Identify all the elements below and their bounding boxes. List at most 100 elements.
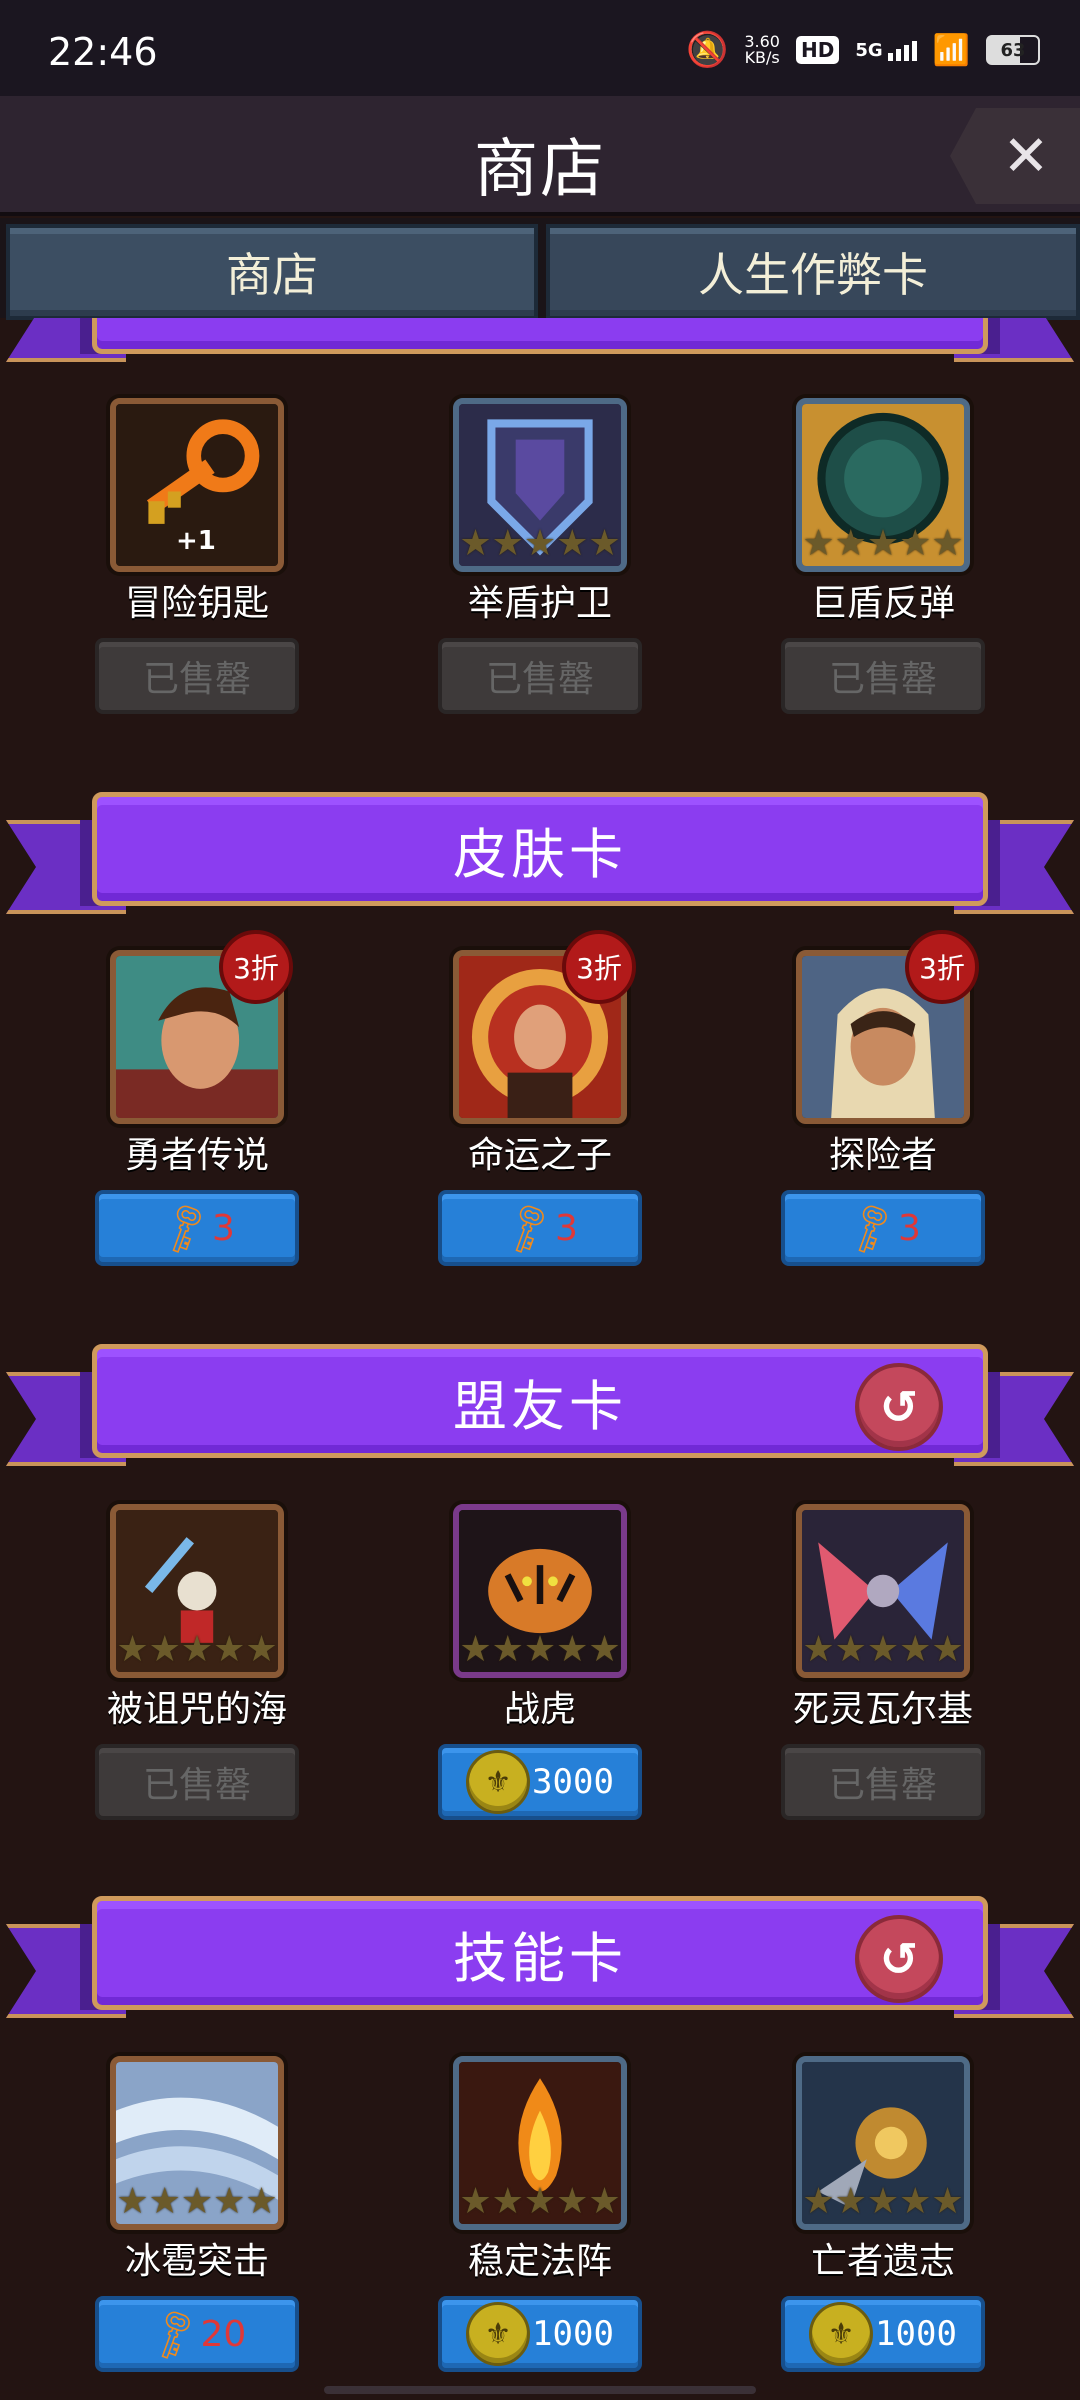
refresh-icon: ↺ bbox=[879, 1932, 919, 1986]
page-title: 商店 bbox=[474, 133, 606, 207]
item-thumbnail: +1 bbox=[110, 398, 284, 572]
shop-item[interactable]: ★★★★★ 冰雹突击 🗝 20 bbox=[92, 2056, 302, 2372]
battery-icon: 63 bbox=[986, 35, 1040, 65]
key-icon: 🗝 bbox=[837, 1195, 905, 1262]
shop-item[interactable]: ★★★★★ 稳定法阵 ⚜ 1000 bbox=[435, 2056, 645, 2372]
discount-badge: 3折 bbox=[219, 930, 293, 1004]
shop-scroll-area[interactable]: +1 冒险钥匙 已售罄 ★★★★★ 举盾护卫 已售罄 ★★★★★ 巨盾反弹 已售… bbox=[0, 318, 1080, 2400]
shop-item[interactable]: 3折 命运之子 🗝 3 bbox=[435, 930, 645, 1266]
item-name: 被诅咒的海 bbox=[106, 1689, 287, 1730]
key-icon: 🗝 bbox=[139, 2301, 207, 2368]
sold-out-button[interactable]: 已售罄 bbox=[95, 1744, 299, 1820]
discount-badge: 3折 bbox=[905, 930, 979, 1004]
shop-item[interactable]: ★★★★★ 亡者遗志 ⚜ 1000 bbox=[778, 2056, 988, 2372]
wifi-icon: 📶 bbox=[932, 32, 970, 68]
star-rating: ★★★★★ bbox=[802, 2181, 964, 2222]
mute-bell-icon: 🔕 bbox=[686, 30, 729, 70]
item-name: 巨盾反弹 bbox=[810, 583, 955, 624]
buy-button[interactable]: ⚜ 1000 bbox=[781, 2296, 985, 2372]
tab-cheat-cards[interactable]: 人生作弊卡 bbox=[546, 224, 1080, 320]
star-rating: ★★★★★ bbox=[116, 2181, 278, 2222]
status-bar: 22:46 🔕 3.60 KB/s HD 5G 📶 63 bbox=[0, 0, 1080, 96]
network-speed-unit: KB/s bbox=[744, 48, 780, 67]
item-thumbnail: ★★★★★ bbox=[796, 2056, 970, 2230]
item-name: 冰雹突击 bbox=[124, 2241, 269, 2282]
close-button[interactable]: ✕ bbox=[950, 108, 1080, 204]
item-thumbnail: ★★★★★ bbox=[110, 2056, 284, 2230]
item-quantity: +1 bbox=[176, 526, 216, 556]
item-name: 勇者传说 bbox=[124, 1135, 269, 1176]
item-thumbnail: ★★★★★ bbox=[453, 1504, 627, 1678]
item-name: 举盾护卫 bbox=[467, 583, 612, 624]
tab-shop[interactable]: 商店 bbox=[6, 224, 538, 320]
item-name: 冒险钥匙 bbox=[124, 583, 269, 624]
price: 3 bbox=[554, 1207, 578, 1249]
price: 3000 bbox=[532, 1762, 614, 1802]
network-speed: 3.60 KB/s bbox=[744, 34, 780, 66]
item-thumbnail: ★★★★★ bbox=[796, 1504, 970, 1678]
item-name: 亡者遗志 bbox=[810, 2241, 955, 2282]
battery-level: 63 bbox=[1000, 39, 1026, 61]
star-rating: ★★★★★ bbox=[459, 2181, 621, 2222]
section-title: 皮肤卡 bbox=[453, 822, 627, 886]
signal-label: 5G bbox=[855, 39, 883, 61]
hd-icon: HD bbox=[795, 36, 840, 64]
buy-button[interactable]: ⚜ 1000 bbox=[438, 2296, 642, 2372]
price: 20 bbox=[200, 2313, 247, 2355]
star-rating: ★★★★★ bbox=[802, 523, 964, 564]
coin-icon: ⚜ bbox=[466, 2302, 531, 2366]
item-name: 死灵瓦尔基 bbox=[792, 1689, 973, 1730]
shop-item[interactable]: ★★★★★ 举盾护卫 已售罄 bbox=[435, 398, 645, 714]
shop-item[interactable]: ★★★★★ 被诅咒的海 已售罄 bbox=[92, 1504, 302, 1820]
discount-badge: 3折 bbox=[562, 930, 636, 1004]
refresh-icon: ↺ bbox=[879, 1380, 919, 1434]
buy-button[interactable]: 🗝 20 bbox=[95, 2296, 299, 2372]
ally-section-banner: 盟友卡 ↺ bbox=[0, 1344, 1080, 1474]
sold-out-button[interactable]: 已售罄 bbox=[438, 638, 642, 714]
price: 1000 bbox=[532, 2314, 614, 2354]
title-bar: 商店 ✕ bbox=[0, 96, 1080, 216]
item-name: 稳定法阵 bbox=[467, 2241, 612, 2282]
skill-section-banner: 技能卡 ↺ bbox=[0, 1896, 1080, 2026]
shop-item[interactable]: ★★★★★ 战虎 ⚜ 3000 bbox=[435, 1504, 645, 1820]
star-rating: ★★★★★ bbox=[459, 1629, 621, 1670]
shop-item[interactable]: ★★★★★ 死灵瓦尔基 已售罄 bbox=[778, 1504, 988, 1820]
close-icon: ✕ bbox=[1002, 123, 1050, 189]
price: 1000 bbox=[875, 2314, 957, 2354]
shop-item[interactable]: ★★★★★ 巨盾反弹 已售罄 bbox=[778, 398, 988, 714]
item-name: 战虎 bbox=[503, 1689, 576, 1730]
star-rating: ★★★★★ bbox=[802, 1629, 964, 1670]
price: 3 bbox=[897, 1207, 921, 1249]
key-icon: 🗝 bbox=[151, 1195, 219, 1262]
section-title: 技能卡 bbox=[453, 1926, 627, 1990]
star-rating: ★★★★★ bbox=[459, 523, 621, 564]
coin-icon: ⚜ bbox=[466, 1750, 531, 1814]
shop-item[interactable]: 3折 勇者传说 🗝 3 bbox=[92, 930, 302, 1266]
price: 3 bbox=[211, 1207, 235, 1249]
coin-icon: ⚜ bbox=[809, 2302, 874, 2366]
home-indicator[interactable] bbox=[324, 2386, 756, 2394]
item-name: 探险者 bbox=[828, 1135, 937, 1176]
buy-button[interactable]: 🗝 3 bbox=[95, 1190, 299, 1266]
item-thumbnail: ★★★★★ bbox=[453, 398, 627, 572]
top-section-banner bbox=[0, 318, 1080, 370]
section-title: 盟友卡 bbox=[453, 1374, 627, 1438]
buy-button[interactable]: 🗝 3 bbox=[438, 1190, 642, 1266]
star-rating: ★★★★★ bbox=[116, 1629, 278, 1670]
sold-out-button[interactable]: 已售罄 bbox=[95, 638, 299, 714]
item-thumbnail: ★★★★★ bbox=[796, 398, 970, 572]
signal-icon: 5G bbox=[855, 39, 917, 61]
sold-out-button[interactable]: 已售罄 bbox=[781, 1744, 985, 1820]
tab-bar: 商店 人生作弊卡 bbox=[0, 218, 1080, 320]
buy-button[interactable]: ⚜ 3000 bbox=[438, 1744, 642, 1820]
skin-section-banner: 皮肤卡 bbox=[0, 792, 1080, 922]
refresh-button[interactable]: ↺ bbox=[855, 1915, 943, 2003]
buy-button[interactable]: 🗝 3 bbox=[781, 1190, 985, 1266]
item-thumbnail: ★★★★★ bbox=[453, 2056, 627, 2230]
shop-item[interactable]: 3折 探险者 🗝 3 bbox=[778, 930, 988, 1266]
status-time: 22:46 bbox=[48, 30, 158, 74]
sold-out-button[interactable]: 已售罄 bbox=[781, 638, 985, 714]
shop-item[interactable]: +1 冒险钥匙 已售罄 bbox=[92, 398, 302, 714]
refresh-button[interactable]: ↺ bbox=[855, 1363, 943, 1451]
item-name: 命运之子 bbox=[467, 1135, 612, 1176]
